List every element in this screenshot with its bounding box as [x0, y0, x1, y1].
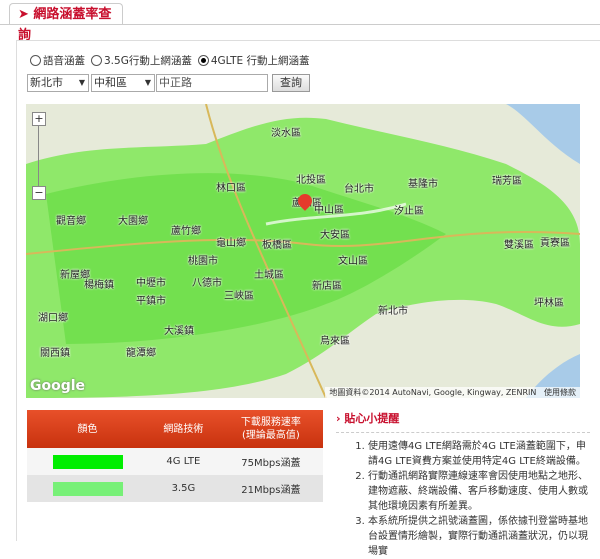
tech-cell: 4G LTE — [148, 448, 219, 475]
map-label: 新店區 — [312, 281, 342, 292]
map-background — [26, 104, 580, 398]
map-label: 文山區 — [338, 256, 368, 267]
search-button[interactable]: 查詢 — [272, 74, 310, 92]
map-label: 淡水區 — [271, 128, 301, 139]
tech-cell: 3.5G — [148, 475, 219, 502]
header-speed: 下載服務速率 (理論最高值) — [218, 410, 323, 448]
speed-cell: 75Mbps涵蓋 — [218, 448, 323, 475]
map-label: 大園鄉 — [118, 216, 148, 227]
city-select[interactable]: 新北市 ▼ — [27, 74, 89, 92]
road-input[interactable]: 中正路 — [156, 74, 268, 92]
map-label: 中壢市 — [136, 278, 166, 289]
map-label: 雙溪區 — [504, 240, 534, 251]
map-label: 烏來區 — [320, 336, 350, 347]
map-label: 中山區 — [314, 205, 344, 216]
map-label: 三峽區 — [224, 291, 254, 302]
chevron-down-icon: ▼ — [144, 78, 151, 87]
radio-button[interactable] — [91, 55, 102, 66]
zoom-in-button[interactable]: + — [32, 112, 46, 126]
city-value: 新北市 — [30, 76, 63, 89]
terms-link[interactable]: 使用條款 — [544, 388, 576, 397]
radio-4g-lte[interactable]: 4GLTE 行動上網涵蓋 — [197, 53, 310, 68]
map-label: 新北市 — [378, 306, 408, 317]
google-logo: Google — [30, 378, 86, 394]
map-label: 楊梅鎮 — [84, 280, 114, 291]
map-label: 基隆市 — [408, 179, 438, 190]
map-label: 關西鎮 — [40, 348, 70, 359]
map-label: 湖口鄉 — [38, 313, 68, 324]
radio-voice[interactable]: 語音涵蓋 — [30, 53, 85, 68]
radio-button[interactable] — [30, 55, 41, 66]
radio-label: 3.5G行動上網涵蓋 — [104, 55, 192, 67]
color-swatch — [52, 454, 123, 469]
radio-button[interactable] — [197, 55, 209, 66]
tip-item: 使用遠傳4G LTE網路需於4G LTE涵蓋範圍下，申請4G LTE資費方案並使… — [368, 439, 590, 469]
road-value: 中正路 — [159, 76, 192, 89]
map-label: 平鎮市 — [136, 296, 166, 307]
map-attribution: 地圖資料©2014 AutoNavi, Google, Kingway, ZEN… — [325, 387, 580, 398]
map-label: 瑞芳區 — [492, 176, 522, 187]
coverage-map[interactable]: + − 淡水區 北投區 林口區 蘆洲區 台北市 基隆市 瑞芳區 中山區 汐止區 … — [26, 104, 580, 398]
map-label: 板橋區 — [262, 240, 292, 251]
legend-table: 顏色 網路技術 下載服務速率 (理論最高值) 4G LTE 75Mbps涵蓋 3.5G… — [27, 410, 323, 502]
color-swatch — [52, 481, 123, 496]
tips-section: › 貼心小提醒 使用遠傳4G LTE網路需於4G LTE涵蓋範圍下，申請4G L… — [336, 410, 590, 559]
map-label: 台北市 — [344, 184, 374, 195]
tip-item: 本系統所提供之訊號涵蓋圖，係依據刊登當時基地台設置情形繪製，實際行動通訊涵蓋狀況… — [368, 514, 590, 559]
map-label: 龜山鄉 — [216, 238, 246, 249]
map-label: 龍潭鄉 — [126, 348, 156, 359]
chevron-down-icon: ▼ — [78, 78, 85, 87]
map-label: 大安區 — [320, 230, 350, 241]
speed-cell: 21Mbps涵蓋 — [218, 475, 323, 502]
radio-label: 4GLTE 行動上網涵蓋 — [210, 55, 310, 67]
radio-label: 語音涵蓋 — [43, 55, 85, 67]
map-label: 北投區 — [296, 175, 326, 186]
tab-bar: ➤ 網路涵蓋率查詢 — [0, 0, 600, 43]
map-label: 貢寮區 — [540, 238, 570, 249]
map-label: 桃園市 — [188, 256, 218, 267]
header-color: 顏色 — [27, 410, 149, 448]
tab-coverage-query[interactable]: ➤ 網路涵蓋率查詢 — [9, 3, 123, 43]
district-value: 中和區 — [94, 76, 127, 89]
zoom-control: + − — [32, 112, 46, 200]
tips-title: › 貼心小提醒 — [336, 410, 590, 433]
table-row: 3.5G 21Mbps涵蓋 — [27, 475, 323, 502]
zoom-out-button[interactable]: − — [32, 186, 46, 200]
map-label: 汐止區 — [394, 206, 424, 217]
map-label: 大溪鎮 — [164, 326, 194, 337]
header-tech: 網路技術 — [148, 410, 219, 448]
map-label: 蘆竹鄉 — [171, 226, 201, 237]
map-label: 土城區 — [254, 270, 284, 281]
table-row: 4G LTE 75Mbps涵蓋 — [27, 448, 323, 475]
coverage-type-radios: 語音涵蓋 3.5G行動上網涵蓋 4GLTE 行動上網涵蓋 — [30, 53, 309, 68]
tip-item: 行動通訊網路實際連線速率會因使用地點之地形、建物遮蔽、終端設備、客戶移動速度、使… — [368, 469, 590, 514]
zoom-slider[interactable] — [38, 126, 39, 186]
district-select[interactable]: 中和區 ▼ — [91, 74, 155, 92]
map-label: 坪林區 — [534, 298, 564, 309]
radio-3-5g[interactable]: 3.5G行動上網涵蓋 — [91, 53, 192, 68]
map-label: 林口區 — [216, 183, 246, 194]
map-label: 觀音鄉 — [56, 216, 86, 227]
arrow-right-icon: ➤ — [18, 7, 34, 22]
attribution-text: 地圖資料©2014 AutoNavi, Google, Kingway, ZEN… — [329, 388, 537, 397]
map-label: 八德市 — [192, 278, 222, 289]
